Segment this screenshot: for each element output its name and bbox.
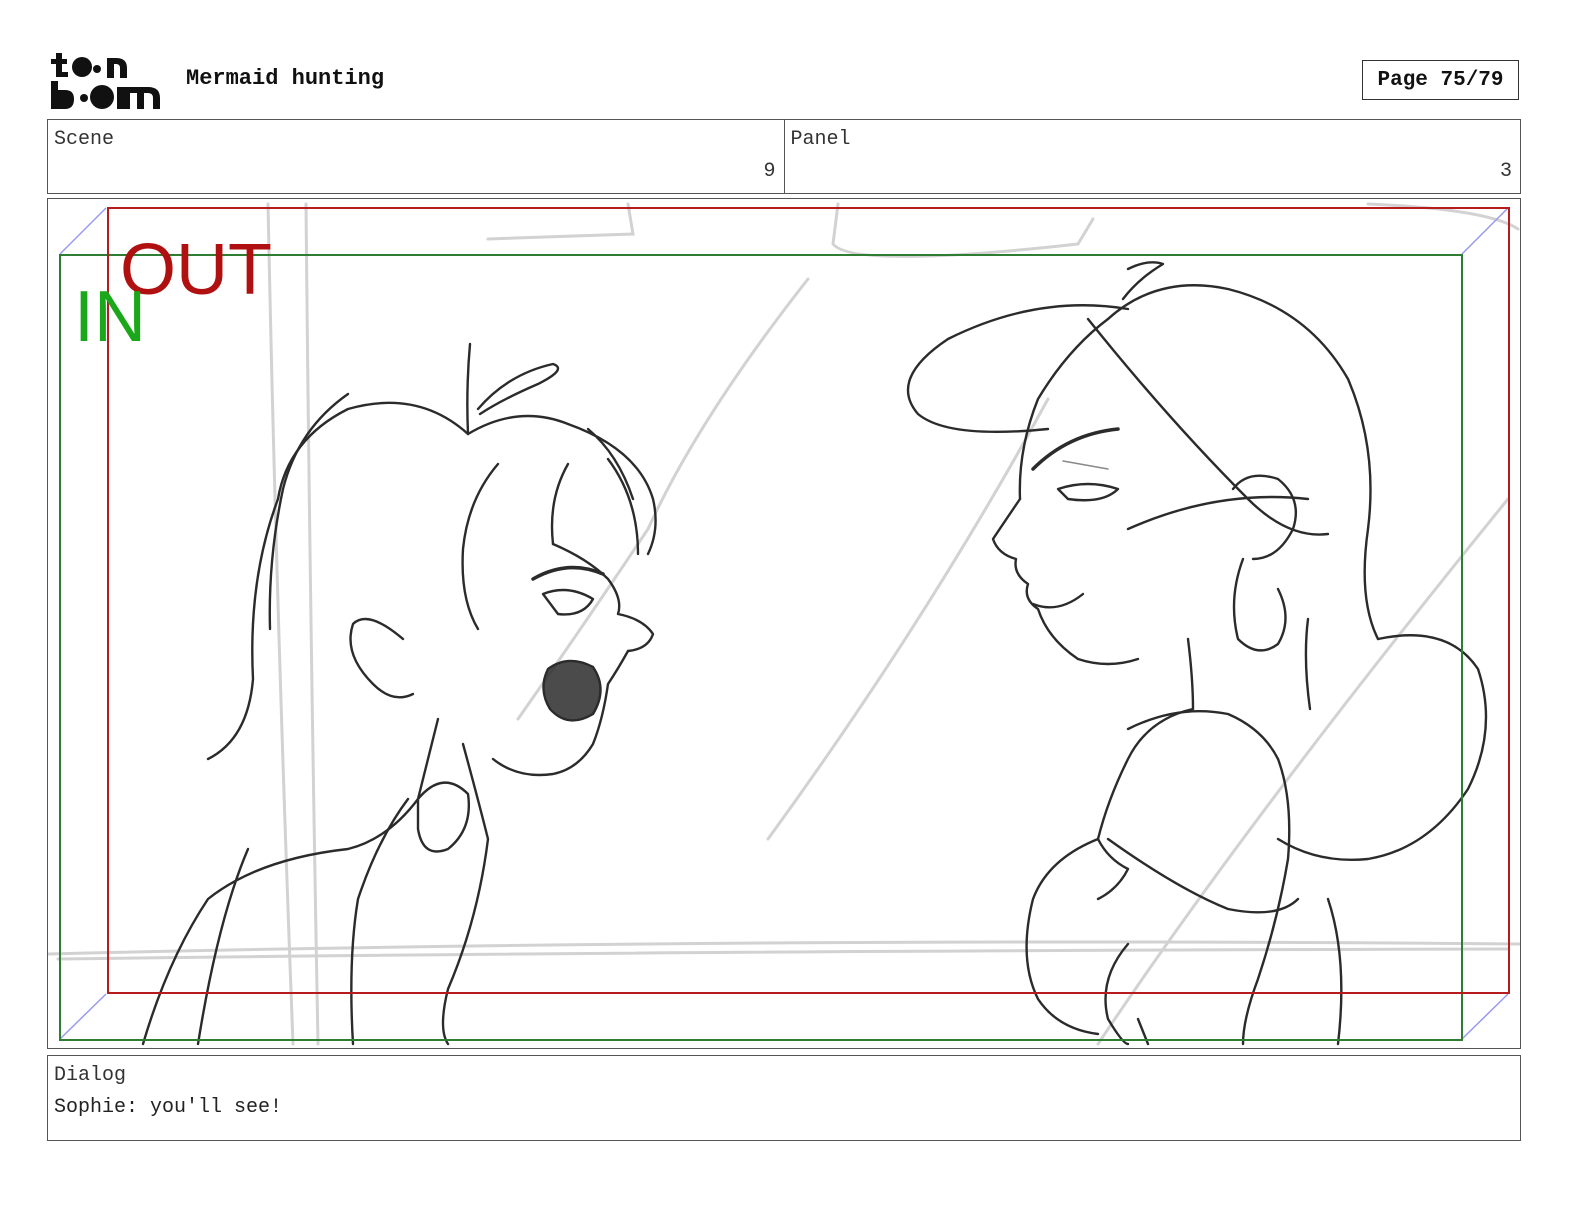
dialog-box: Dialog Sophie: you'll see! <box>47 1055 1521 1141</box>
in-label: IN <box>74 277 146 357</box>
out-frame-rect <box>107 207 1510 994</box>
toon-boom-logo <box>51 53 160 109</box>
mermaid-girl-sketch <box>906 261 1488 1046</box>
scene-panel-info: Scene 9 Panel 3 <box>47 119 1521 194</box>
dialog-text: Sophie: you'll see! <box>54 1096 283 1119</box>
panel-artwork: OUT IN <box>48 202 1520 1046</box>
project-title: Mermaid hunting <box>186 66 385 91</box>
storyboard-panel: OUT IN <box>47 198 1521 1049</box>
sophie-sketch <box>141 342 657 1046</box>
panel-number: 3 <box>1499 160 1512 183</box>
panel-label: Panel <box>790 128 851 151</box>
scene-number: 9 <box>763 160 776 183</box>
page-indicator: Page 75/79 <box>1362 60 1519 100</box>
scene-label: Scene <box>54 128 115 151</box>
panel-cell: Panel 3 <box>783 120 1521 193</box>
scene-cell: Scene 9 <box>48 120 784 193</box>
dialog-label: Dialog <box>54 1064 127 1087</box>
